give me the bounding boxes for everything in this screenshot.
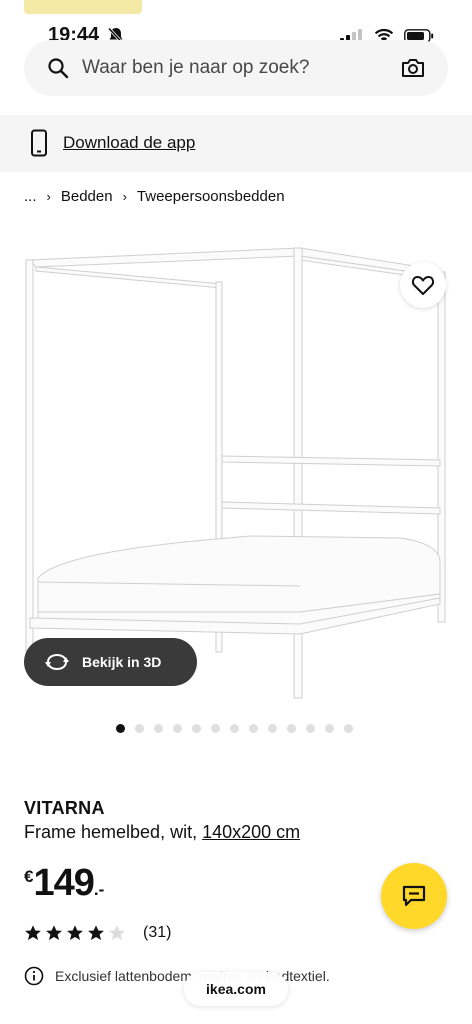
price-currency: €	[24, 867, 34, 886]
product-description: Frame hemelbed, wit, 140x200 cm	[24, 822, 300, 843]
chevron-right-icon: ›	[122, 189, 127, 204]
top-thumbnail	[24, 0, 142, 14]
heart-icon	[411, 276, 435, 295]
browser-url[interactable]: ikea.com	[206, 981, 266, 997]
review-count[interactable]: (31)	[143, 924, 171, 942]
view-in-3d-button[interactable]: Bekijk in 3D	[24, 638, 197, 686]
breadcrumb: ... › Bedden › Tweepersoonsbedden	[24, 188, 285, 205]
breadcrumb-item-bedden[interactable]: Bedden	[61, 188, 113, 205]
gallery-dot[interactable]	[192, 724, 201, 733]
chevron-right-icon: ›	[46, 189, 51, 204]
gallery-dot[interactable]	[287, 724, 296, 733]
phone-icon	[31, 129, 47, 157]
gallery-dot[interactable]	[325, 724, 334, 733]
star-icon	[46, 925, 62, 941]
search-bar[interactable]: Waar ben je naar op zoek?	[24, 40, 448, 96]
browser-url-bar[interactable]: ikea.com	[184, 972, 288, 1006]
gallery-dot[interactable]	[116, 724, 125, 733]
price-amount: 149	[33, 862, 94, 904]
star-icon	[25, 925, 41, 941]
gallery-dot[interactable]	[249, 724, 258, 733]
product-rating[interactable]: (31)	[24, 924, 171, 942]
star-icon	[67, 925, 83, 941]
breadcrumb-ellipsis[interactable]: ...	[24, 188, 37, 205]
wishlist-button[interactable]	[400, 262, 446, 308]
search-input[interactable]: Waar ben je naar op zoek?	[82, 57, 309, 79]
gallery-dot[interactable]	[230, 724, 239, 733]
product-description-text: Frame hemelbed, wit,	[24, 822, 198, 842]
price-suffix: .-	[93, 880, 105, 899]
info-icon	[24, 966, 44, 986]
product-dimensions-link[interactable]: 140x200 cm	[202, 822, 300, 842]
camera-icon[interactable]	[400, 55, 426, 81]
rating-stars	[24, 924, 129, 942]
gallery-dot[interactable]	[306, 724, 315, 733]
download-app-banner[interactable]: Download de app	[0, 115, 472, 172]
product-price: €149.-	[24, 862, 104, 905]
product-name: VITARNA	[24, 798, 105, 818]
gallery-dot[interactable]	[268, 724, 277, 733]
gallery-dot[interactable]	[344, 724, 353, 733]
gallery-dot[interactable]	[211, 724, 220, 733]
gallery-dot[interactable]	[135, 724, 144, 733]
view-in-3d-label: Bekijk in 3D	[82, 654, 162, 670]
chat-icon	[402, 885, 426, 907]
gallery-dot[interactable]	[154, 724, 163, 733]
search-icon	[48, 58, 69, 79]
chat-button[interactable]	[381, 863, 447, 929]
star-icon	[109, 925, 125, 941]
rotate-3d-icon	[45, 653, 69, 671]
download-app-link[interactable]: Download de app	[63, 133, 195, 153]
gallery-pagination[interactable]	[116, 724, 353, 733]
breadcrumb-item-tweepersoonsbedden[interactable]: Tweepersoonsbedden	[137, 188, 285, 205]
star-icon	[88, 925, 104, 941]
gallery-dot[interactable]	[173, 724, 182, 733]
